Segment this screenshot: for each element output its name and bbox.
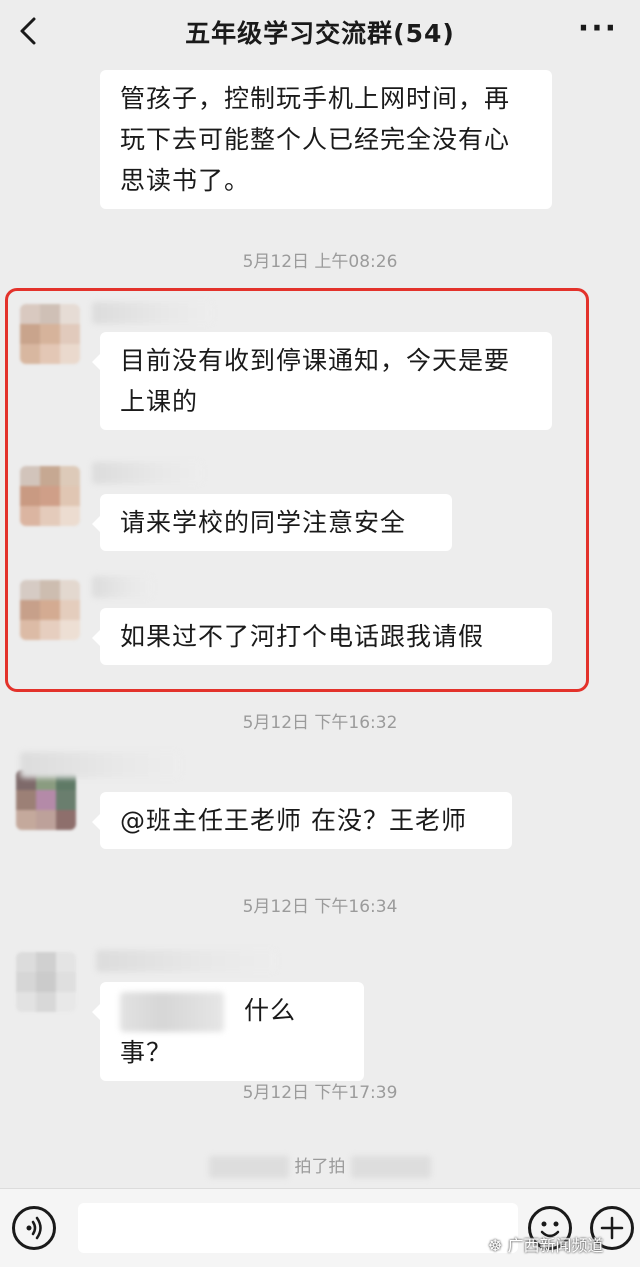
sender-name-blurred (92, 302, 212, 324)
chat-title: 五年级学习交流群(54) (185, 19, 455, 48)
pat-text: 拍了拍 (294, 1157, 346, 1177)
watermark-text: 广西新闻频道 (507, 1236, 604, 1255)
avatar[interactable] (20, 304, 80, 364)
message-bubble[interactable]: 什么事？ (92, 982, 364, 1081)
message-bubble[interactable]: 请来学校的同学注意安全 (92, 494, 452, 551)
pat-target-blurred (350, 1156, 431, 1178)
pat-sender-blurred (209, 1156, 290, 1178)
more-options-icon[interactable]: ··· (578, 14, 618, 44)
message-text: 请来学校的同学注意安全 (120, 508, 407, 537)
sender-name-blurred (92, 462, 202, 484)
voice-icon[interactable] (12, 1206, 56, 1250)
sender-name-blurred (96, 950, 276, 972)
message-text: @班主任王老师 在没？王老师 (120, 806, 467, 835)
sender-name-blurred (92, 576, 152, 598)
avatar[interactable] (16, 952, 76, 1012)
message-bubble[interactable]: 目前没有收到停课通知，今天是要上课的 (92, 332, 552, 430)
sender-name-blurred (20, 752, 180, 778)
avatar[interactable] (20, 466, 80, 526)
message-bubble[interactable]: 如果过不了河打个电话跟我请假 (92, 608, 552, 665)
watermark: ☸ 广西新闻频道 (488, 1232, 603, 1256)
timestamp: 5月12日 上午08:26 (242, 252, 398, 272)
avatar[interactable] (20, 580, 80, 640)
mention-blurred (120, 992, 224, 1032)
back-arrow-icon[interactable] (14, 14, 44, 48)
timestamp: 5月12日 下午16:32 (242, 713, 398, 733)
message-text: 如果过不了河打个电话跟我请假 (120, 622, 485, 651)
chat-header: 五年级学习交流群(54) ··· (0, 0, 640, 62)
message-bubble[interactable]: @班主任王老师 在没？王老师 (92, 792, 512, 849)
watermark-icon: ☸ (488, 1236, 508, 1255)
timestamp: 5月12日 下午16:34 (242, 897, 398, 917)
message-bubble[interactable]: 管孩子，控制玩手机上网时间，再玩下去可能整个人已经完全没有心思读书了。 (100, 70, 552, 209)
avatar[interactable] (16, 770, 76, 830)
message-text: 目前没有收到停课通知，今天是要上课的 (120, 346, 511, 416)
timestamp: 5月12日 下午17:39 (242, 1083, 398, 1103)
message-input[interactable] (78, 1203, 518, 1253)
pat-notice: 拍了拍 (0, 1152, 640, 1178)
message-text: 管孩子，控制玩手机上网时间，再玩下去可能整个人已经完全没有心思读书了。 (120, 84, 511, 195)
